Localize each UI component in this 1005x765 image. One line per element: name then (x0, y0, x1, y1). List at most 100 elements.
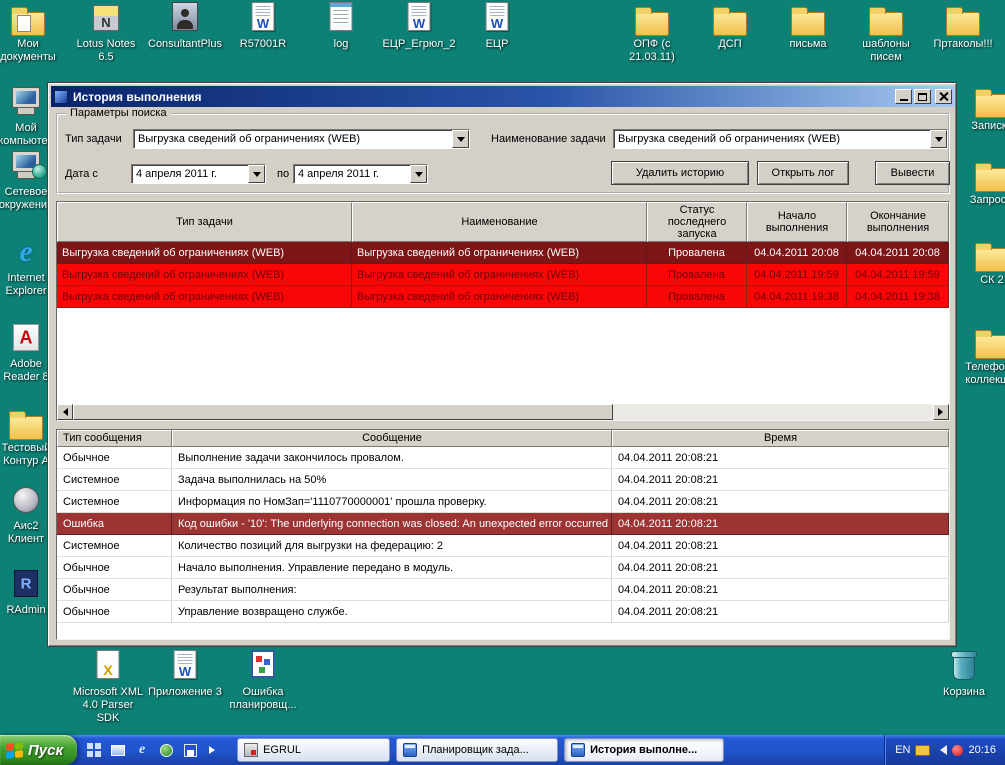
desktop-icon-my-documents[interactable]: Мои документы (0, 2, 65, 64)
start-button[interactable]: Пуск (0, 735, 78, 765)
chevron-down-icon[interactable] (452, 130, 469, 148)
history-row[interactable]: Выгрузка сведений об ограничениях (WEB) … (57, 242, 949, 264)
desktop-icon-zapiski[interactable]: Записки (955, 84, 1005, 133)
desktop-icon-log[interactable]: log (304, 2, 378, 51)
cell-status: Провалена (647, 286, 747, 308)
taskbar-button-egrul[interactable]: EGRUL (237, 738, 391, 762)
desktop-icon-ecr-egrul-2[interactable]: ЕЦР_Егрюл_2 (382, 2, 456, 51)
column-header-end[interactable]: Окончание выполнения (847, 202, 949, 242)
scroll-right-icon[interactable] (933, 404, 949, 420)
scrollbar-thumb[interactable] (73, 404, 613, 420)
cell-end: 04.04.2011 19:59 (847, 264, 949, 286)
my-computer-icon (6, 86, 46, 120)
desktop-icon-opf[interactable]: ОПФ (с 21.03.11) (615, 2, 689, 64)
desktop-icon-msxml-sdk[interactable]: Microsoft XML 4.0 Parser SDK (71, 650, 145, 725)
output-button[interactable]: Вывести (875, 161, 950, 185)
language-indicator[interactable]: EN (895, 744, 910, 756)
task-name-select[interactable]: Выгрузка сведений об ограничениях (WEB) (613, 129, 948, 149)
desktop-icon-label: СК 2 (980, 274, 1004, 286)
desktop-icon-r57001r[interactable]: R57001R (226, 2, 300, 51)
taskbar-button-scheduler[interactable]: Планировщик зада... (396, 738, 559, 762)
tray-antivirus-icon[interactable] (952, 744, 964, 756)
history-app-icon (571, 743, 586, 757)
quick-launch-save-icon[interactable] (181, 741, 199, 759)
horizontal-scrollbar[interactable] (57, 404, 949, 420)
desktop-icon-label: ЕЦР (485, 38, 509, 50)
folder-icon (972, 238, 1005, 272)
desktop-icon-label: шаблоны писем (862, 38, 910, 63)
cell-status: Провалена (647, 242, 747, 264)
taskbar-button-label: EGRUL (263, 744, 301, 756)
quick-launch-show-desktop-icon[interactable] (109, 741, 127, 759)
date-from-picker[interactable]: 4 апреля 2011 г. (131, 164, 266, 184)
egrul-app-icon (244, 743, 259, 757)
column-header-status[interactable]: Статус последнего запуска (647, 202, 747, 242)
maximize-button[interactable] (914, 89, 931, 104)
close-button[interactable] (935, 89, 952, 104)
message-row-error[interactable]: Ошибка Код ошибки - '10': The underlying… (57, 513, 949, 535)
column-header-start[interactable]: Начало выполнения (747, 202, 847, 242)
cell-message: Управление возвращено службе. (172, 601, 612, 623)
tray-volume-icon[interactable] (935, 745, 948, 755)
desktop-icon-consultantplus[interactable]: ConsultantPlus (148, 2, 222, 51)
scrollbar-track[interactable] (613, 404, 933, 420)
message-row[interactable]: Обычное Управление возвращено службе. 04… (57, 601, 949, 623)
open-log-button[interactable]: Открыть лог (757, 161, 849, 185)
cell-task-type: Выгрузка сведений об ограничениях (WEB) (57, 242, 352, 264)
message-row[interactable]: Системное Задача выполнилась на 50% 04.0… (57, 469, 949, 491)
desktop-icon-zaprosy[interactable]: Запросы (955, 158, 1005, 207)
message-row[interactable]: Системное Количество позиций для выгрузк… (57, 535, 949, 557)
chevron-down-icon[interactable] (930, 130, 947, 148)
history-window: История выполнения Параметры поиска Тип … (47, 82, 957, 647)
quick-launch-ie-icon[interactable] (133, 741, 151, 759)
message-table-header: Тип сообщения Сообщение Время (57, 430, 949, 447)
desktop-icon-label: ОПФ (с 21.03.11) (629, 38, 675, 63)
window-titlebar[interactable]: История выполнения (51, 86, 955, 107)
history-row[interactable]: Выгрузка сведений об ограничениях (WEB) … (57, 264, 949, 286)
cell-message-type: Обычное (57, 601, 172, 623)
column-header-message-type[interactable]: Тип сообщения (57, 430, 172, 447)
chevron-down-icon[interactable] (410, 165, 427, 183)
taskbar: Пуск EGRUL Планировщик зада... История в… (0, 735, 1005, 765)
column-header-name[interactable]: Наименование (352, 202, 647, 242)
quick-launch-grid-icon[interactable] (85, 741, 103, 759)
desktop-icon-dsp[interactable]: ДСП (693, 2, 767, 51)
minimize-button[interactable] (895, 89, 912, 104)
taskbar-button-history[interactable]: История выполне... (564, 738, 725, 762)
cell-time: 04.04.2011 20:08:21 (612, 491, 949, 513)
desktop-icon-prilozhenie-3[interactable]: Приложение 3 (148, 650, 222, 699)
column-header-time[interactable]: Время (612, 430, 949, 447)
lotus-notes-icon (86, 2, 126, 36)
desktop-icon-label: Мои документы (0, 38, 56, 63)
desktop-icon-pisma[interactable]: письма (771, 2, 845, 51)
quick-launch-media-icon[interactable] (157, 741, 175, 759)
desktop-icon-ecr[interactable]: ЕЦР (460, 2, 534, 51)
cell-time: 04.04.2011 20:08:21 (612, 469, 949, 491)
quick-launch-expand-icon[interactable] (205, 741, 223, 759)
history-table: Тип задачи Наименование Статус последнег… (56, 201, 950, 421)
column-header-task-type[interactable]: Тип задачи (57, 202, 352, 242)
task-type-select[interactable]: Выгрузка сведений об ограничениях (WEB) (133, 129, 470, 149)
column-header-message[interactable]: Сообщение (172, 430, 612, 447)
xml-parser-icon (88, 650, 128, 684)
desktop-icon-oshibka-bmp[interactable]: Ошибка планировщ... (226, 650, 300, 712)
cell-message-type: Системное (57, 469, 172, 491)
desktop-icon-sk2[interactable]: СК 2 (955, 238, 1005, 287)
desktop-icon-label: письма (789, 38, 827, 50)
message-row[interactable]: Обычное Начало выполнения. Управление пе… (57, 557, 949, 579)
message-row[interactable]: Обычное Выполнение задачи закончилось пр… (57, 447, 949, 469)
desktop-icon-lotus-notes[interactable]: Lotus Notes 6.5 (69, 2, 143, 64)
desktop-icon-recycle-bin[interactable]: Корзина (927, 650, 1001, 699)
message-row[interactable]: Обычное Результат выполнения: 04.04.2011… (57, 579, 949, 601)
date-to-picker[interactable]: 4 апреля 2011 г. (293, 164, 428, 184)
desktop-icon-label: R57001R (239, 38, 287, 50)
message-row[interactable]: Системное Информация по НомЗап='11107700… (57, 491, 949, 513)
desktop-icon-protokoly[interactable]: Пртаколы!!! (926, 2, 1000, 51)
desktop-icon-telefony[interactable]: Телефоны коллекций (955, 325, 1005, 387)
chevron-down-icon[interactable] (248, 165, 265, 183)
delete-history-button[interactable]: Удалить историю (611, 161, 749, 185)
tray-language-bar-icon[interactable] (915, 744, 931, 756)
scroll-left-icon[interactable] (57, 404, 73, 420)
history-row[interactable]: Выгрузка сведений об ограничениях (WEB) … (57, 286, 949, 308)
desktop-icon-shablony-pisem[interactable]: шаблоны писем (849, 2, 923, 64)
